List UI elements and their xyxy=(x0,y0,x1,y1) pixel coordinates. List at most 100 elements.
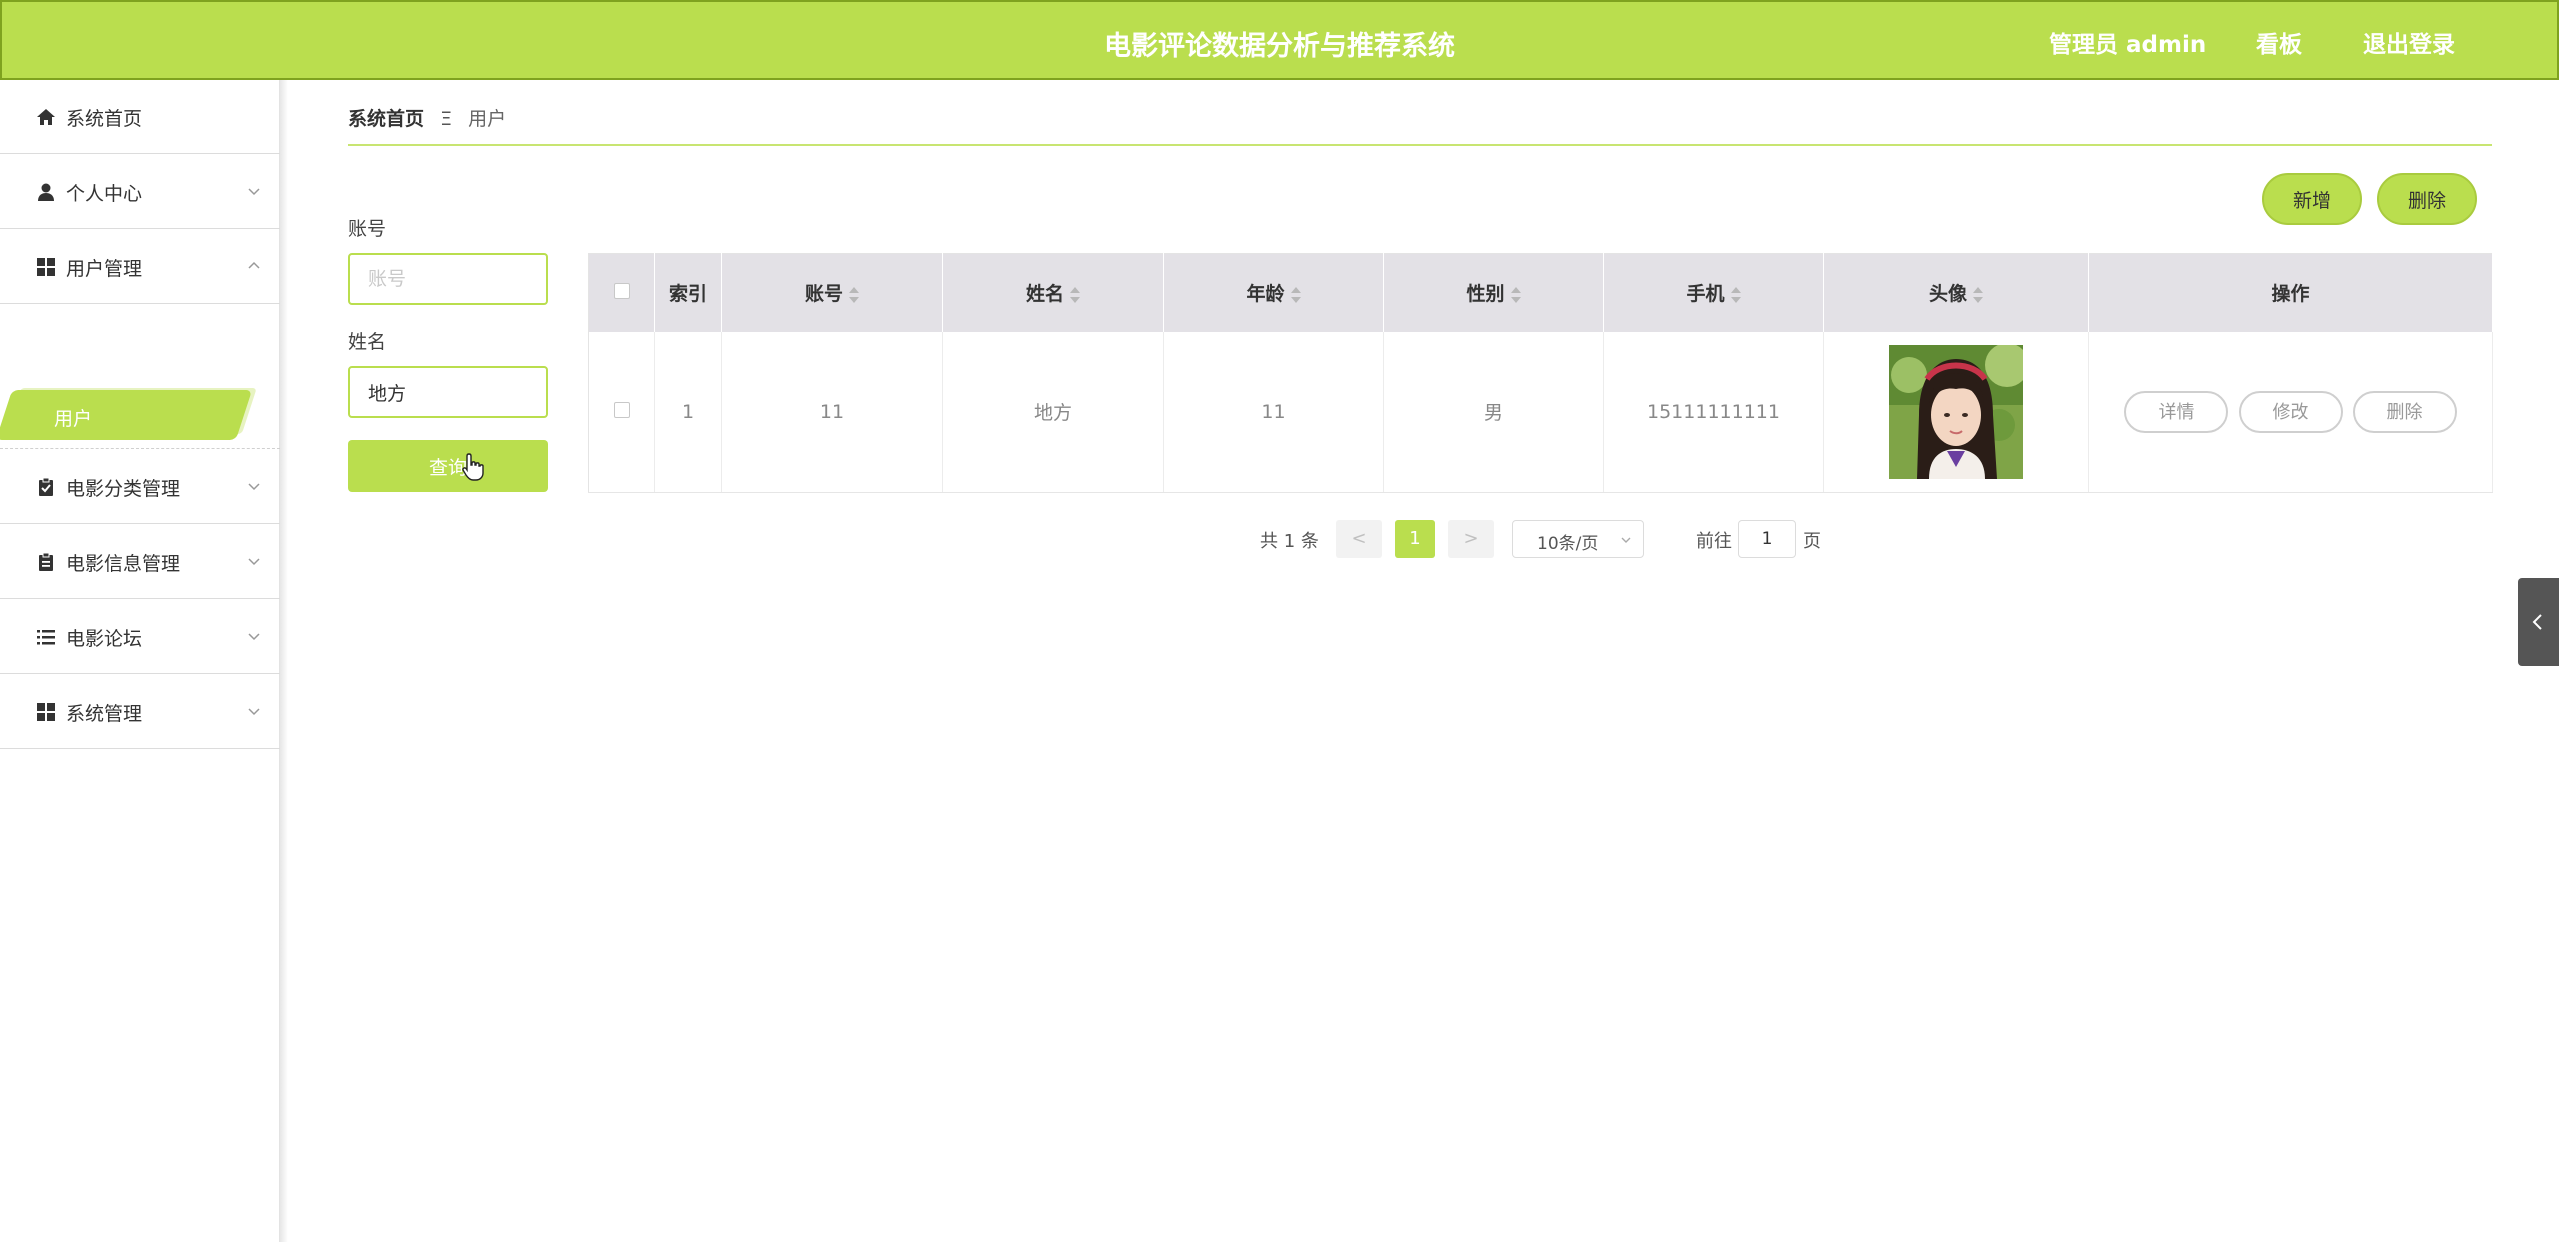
sort-icon[interactable] xyxy=(1070,286,1080,303)
side-panel-toggle[interactable] xyxy=(2518,578,2559,666)
chevron-down-icon xyxy=(1621,537,1631,543)
column-header-label: 账号 xyxy=(804,283,843,306)
sort-icon[interactable] xyxy=(849,286,859,303)
sort-icon[interactable] xyxy=(1290,286,1301,303)
sort-icon[interactable] xyxy=(1510,286,1521,303)
page-size-select[interactable]: 10条/页 xyxy=(1512,520,1644,558)
column-header-label: 头像 xyxy=(1928,283,1967,306)
account-search-input[interactable] xyxy=(348,253,548,305)
next-page-button[interactable]: > xyxy=(1448,520,1494,558)
column-header-label: 手机 xyxy=(1686,283,1725,306)
cell-index: 1 xyxy=(654,331,722,493)
column-header-name[interactable]: 姓名 xyxy=(942,253,1164,332)
table-row: 1 11 地方 11 男 15111111111 详情 修改 删除 xyxy=(588,331,2493,493)
delete-button[interactable]: 删除 xyxy=(2377,173,2477,225)
column-header-phone[interactable]: 手机 xyxy=(1603,253,1824,332)
row-select-cell xyxy=(588,331,655,493)
admin-user-link[interactable]: 管理员 admin xyxy=(2049,25,2206,59)
sidebar: 系统首页 个人中心 用户管理 用户 电影分类管理 电影信息管理 电影论坛 系统管… xyxy=(0,80,280,1242)
column-header-account[interactable]: 账号 xyxy=(721,253,943,332)
column-header-actions: 操作 xyxy=(2088,253,2493,332)
add-button[interactable]: 新增 xyxy=(2262,173,2362,225)
sidebar-shadow xyxy=(280,80,288,1242)
column-header-gender[interactable]: 性别 xyxy=(1383,253,1604,332)
name-search-input[interactable] xyxy=(348,366,548,418)
sidebar-item-home[interactable]: 系统首页 xyxy=(0,80,280,154)
row-checkbox[interactable] xyxy=(613,401,630,418)
active-highlight xyxy=(0,390,253,440)
sidebar-item-system-management[interactable]: 系统管理 xyxy=(0,675,280,749)
sidebar-item-movie-forum[interactable]: 电影论坛 xyxy=(0,600,280,674)
table-header-row: 索引 账号 姓名 年龄 性别 手机 头像 操作 xyxy=(588,253,2493,332)
logout-link[interactable]: 退出登录 xyxy=(2363,25,2455,59)
cell-name: 地方 xyxy=(942,331,1164,493)
sidebar-subitem-label: 用户 xyxy=(54,408,93,430)
cell-gender: 男 xyxy=(1383,331,1604,493)
chevron-up-icon xyxy=(248,261,260,269)
chevron-down-icon xyxy=(248,188,260,196)
grid-icon xyxy=(37,258,55,276)
chevron-left-icon xyxy=(2532,614,2542,630)
edit-button[interactable]: 修改 xyxy=(2238,390,2343,433)
sidebar-item-label: 用户管理 xyxy=(66,258,143,280)
breadcrumb: 系统首页 Ξ 用户 xyxy=(348,104,506,131)
column-header-label: 性别 xyxy=(1466,283,1505,306)
chevron-down-icon xyxy=(248,483,260,491)
breadcrumb-home-link[interactable]: 系统首页 xyxy=(348,108,424,130)
chevron-down-icon xyxy=(248,708,260,716)
query-button[interactable]: 查询 xyxy=(348,440,548,492)
select-all-cell xyxy=(588,253,655,332)
sidebar-item-label: 电影分类管理 xyxy=(66,478,181,500)
prev-page-button[interactable]: < xyxy=(1336,520,1382,558)
page-number-button[interactable]: 1 xyxy=(1395,520,1435,558)
cell-avatar xyxy=(1823,331,2089,493)
sidebar-item-movie-info-management[interactable]: 电影信息管理 xyxy=(0,525,280,599)
sidebar-item-profile[interactable]: 个人中心 xyxy=(0,155,280,229)
sidebar-item-label: 系统首页 xyxy=(66,108,143,130)
chevron-down-icon xyxy=(248,558,260,566)
select-all-checkbox[interactable] xyxy=(613,282,630,299)
breadcrumb-current: 用户 xyxy=(468,108,507,130)
sidebar-item-label: 个人中心 xyxy=(66,183,143,205)
column-header-label: 姓名 xyxy=(1025,283,1064,306)
cell-actions: 详情 修改 删除 xyxy=(2088,331,2493,493)
hand-cursor-icon xyxy=(462,453,484,481)
grid-icon xyxy=(37,703,55,721)
column-header-avatar[interactable]: 头像 xyxy=(1823,253,2089,332)
name-label: 姓名 xyxy=(348,331,387,353)
sidebar-item-label: 系统管理 xyxy=(66,703,143,725)
chevron-down-icon xyxy=(248,633,260,641)
pagination-total: 共 1 条 xyxy=(1260,531,1319,552)
sidebar-subitem-user[interactable]: 用户 xyxy=(0,390,253,440)
sort-icon[interactable] xyxy=(1973,286,1983,303)
divider xyxy=(0,448,280,449)
goto-label: 前往 xyxy=(1696,531,1732,552)
cell-age: 11 xyxy=(1163,331,1384,493)
column-header-index: 索引 xyxy=(654,253,722,332)
cell-phone: 15111111111 xyxy=(1603,331,1824,493)
breadcrumb-divider xyxy=(348,144,2492,146)
avatar-image[interactable] xyxy=(1889,344,2023,479)
cell-account: 11 xyxy=(721,331,943,493)
sidebar-item-label: 电影信息管理 xyxy=(66,553,181,575)
sidebar-item-category-management[interactable]: 电影分类管理 xyxy=(0,450,280,524)
sort-icon[interactable] xyxy=(1730,286,1741,303)
board-link[interactable]: 看板 xyxy=(2256,25,2302,59)
user-table: 索引 账号 姓名 年龄 性别 手机 头像 操作 1 11 地方 11 男 151… xyxy=(588,253,2493,493)
row-delete-button[interactable]: 删除 xyxy=(2352,390,2457,433)
clipboard-icon xyxy=(39,552,53,571)
list-icon xyxy=(37,630,55,645)
goto-page-input[interactable] xyxy=(1738,520,1796,558)
account-label: 账号 xyxy=(348,218,387,240)
page-suffix: 页 xyxy=(1803,531,1821,552)
user-icon xyxy=(38,183,54,201)
home-icon xyxy=(37,109,55,125)
clipboard-check-icon xyxy=(39,477,53,496)
sidebar-item-label: 电影论坛 xyxy=(66,628,143,650)
breadcrumb-separator: Ξ xyxy=(440,108,453,130)
detail-button[interactable]: 详情 xyxy=(2124,390,2229,433)
column-header-age[interactable]: 年龄 xyxy=(1163,253,1384,332)
sidebar-item-user-management[interactable]: 用户管理 xyxy=(0,230,280,304)
column-header-label: 年龄 xyxy=(1246,283,1285,306)
page-size-value: 10条/页 xyxy=(1537,534,1599,554)
